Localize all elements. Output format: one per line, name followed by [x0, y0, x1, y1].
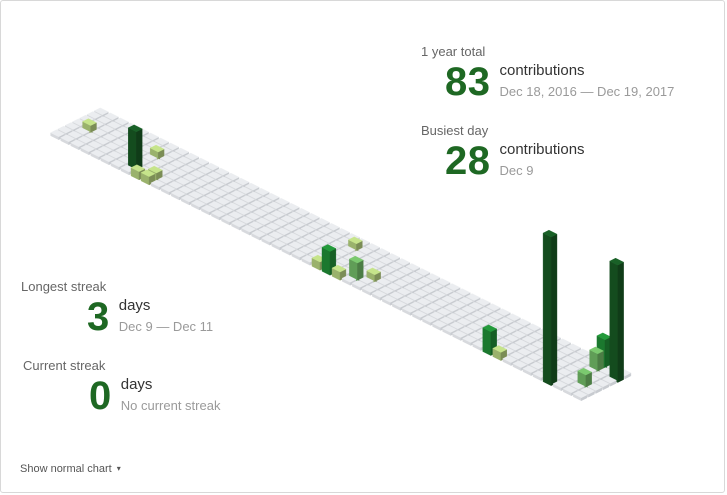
busiest-day-stat: Busiest day 28 contributions Dec 9	[421, 123, 585, 181]
busiest-day-date: Dec 9	[499, 163, 534, 178]
year-total-unit: contributions	[499, 62, 585, 79]
current-streak-unit: days	[120, 376, 153, 393]
show-normal-chart-label: Show normal chart	[20, 463, 112, 475]
busiest-day-unit: contributions	[499, 141, 585, 158]
year-total-range: Dec 18, 2016 — Dec 19, 2017	[499, 84, 675, 99]
bar-right-face	[617, 261, 624, 383]
year-total-value: 83	[445, 60, 491, 104]
bar-left-face	[128, 127, 137, 172]
bar-left-face	[609, 260, 618, 383]
current-streak-note: No current streak	[120, 398, 221, 413]
contribution-bar	[609, 257, 625, 383]
longest-streak-unit: days	[118, 297, 151, 314]
longest-streak-value: 3	[87, 295, 110, 339]
current-streak-stat: Current streak 0 days No current streak	[23, 358, 220, 416]
longest-streak-label: Longest streak	[21, 279, 107, 294]
bar-left-face	[542, 232, 552, 387]
year-total-stat: 1 year total 83 contributions Dec 18, 20…	[421, 44, 674, 102]
bar-left-face	[482, 327, 492, 356]
contribution-panel: 1 year total 83 contributions Dec 18, 20…	[0, 0, 725, 493]
caret-down-icon: ▾	[116, 464, 121, 473]
current-streak-value: 0	[89, 374, 112, 418]
contribution-bar	[127, 124, 143, 172]
bar-left-face	[321, 247, 331, 276]
bar-right-face	[550, 233, 558, 387]
current-streak-label: Current streak	[23, 358, 106, 373]
contribution-bar	[542, 229, 558, 387]
show-normal-chart-toggle[interactable]: Show normal chart ▾	[20, 463, 121, 475]
busiest-day-value: 28	[445, 139, 491, 183]
longest-streak-stat: Longest streak 3 days Dec 9 — Dec 11	[21, 279, 213, 337]
longest-streak-range: Dec 9 — Dec 11	[118, 319, 214, 334]
year-total-label: 1 year total	[421, 44, 486, 59]
busiest-day-label: Busiest day	[421, 123, 489, 138]
